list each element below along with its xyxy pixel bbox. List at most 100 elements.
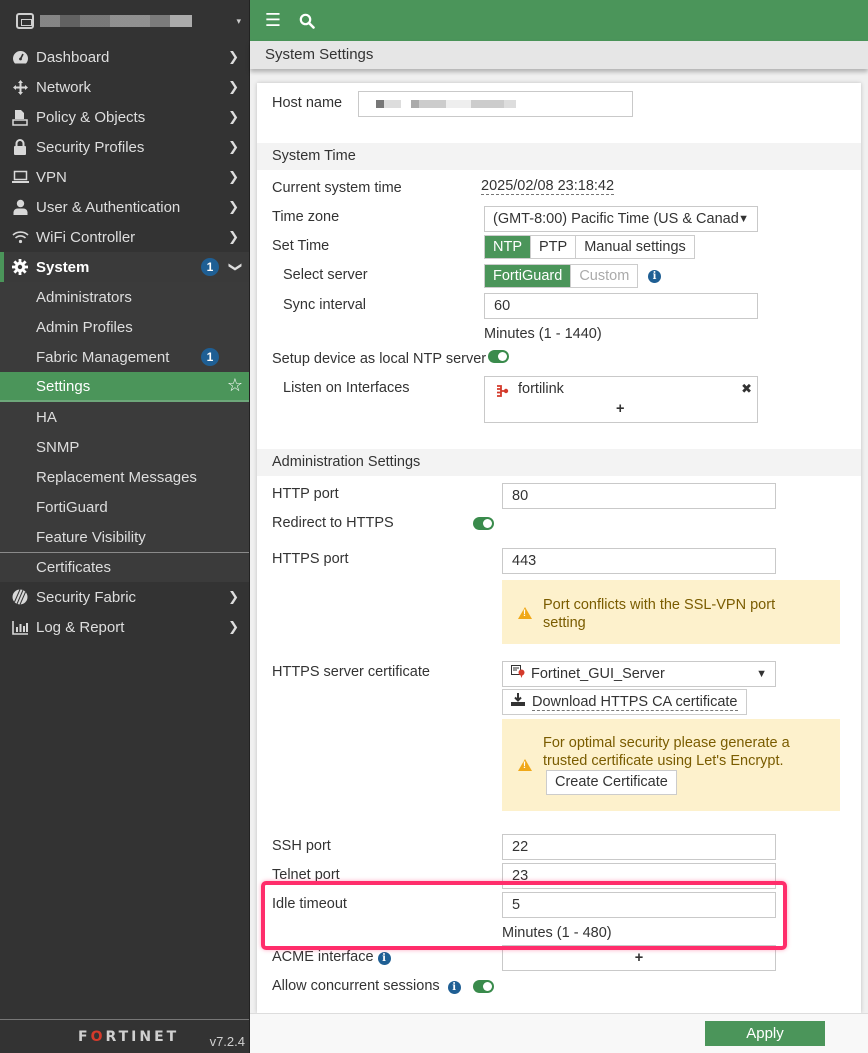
add-interface-icon[interactable]: + bbox=[616, 397, 624, 421]
sync-interval-hint: Minutes (1 - 1440) bbox=[484, 326, 602, 342]
sidebar-item-system[interactable]: System 1 ❯ bbox=[0, 252, 249, 282]
set-time-ntp[interactable]: NTP bbox=[485, 236, 530, 258]
sidebar-item-feature-visibility[interactable]: Feature Visibility bbox=[0, 522, 249, 552]
host-name-input[interactable] bbox=[358, 91, 633, 117]
sidebar-item-snmp[interactable]: SNMP bbox=[0, 432, 249, 462]
warning-text: Port conflicts with the SSL-VPN port set… bbox=[543, 597, 776, 631]
caret-down-icon[interactable]: ▾ bbox=[236, 16, 241, 27]
http-port-input[interactable]: 80 bbox=[502, 483, 776, 509]
sidebar-item-security-profiles[interactable]: Security Profiles ❯ bbox=[0, 132, 249, 162]
wifi-icon bbox=[10, 228, 30, 246]
sidebar-item-user-authentication[interactable]: User & Authentication ❯ bbox=[0, 192, 249, 222]
warning-text: For optimal security please generate a t… bbox=[543, 735, 790, 769]
remove-interface-icon[interactable]: ✖ bbox=[741, 377, 752, 401]
download-ca-button[interactable]: Download HTTPS CA certificate bbox=[502, 689, 747, 715]
local-ntp-label: Setup device as local NTP server bbox=[272, 351, 487, 367]
https-cert-value: Fortinet_GUI_Server bbox=[531, 666, 665, 682]
sidebar-item-label: HA bbox=[36, 408, 57, 426]
favorite-star-icon[interactable]: ☆ bbox=[227, 375, 243, 396]
sidebar-item-ha[interactable]: HA bbox=[0, 402, 249, 432]
apply-button[interactable]: Apply bbox=[705, 1021, 825, 1046]
create-certificate-button[interactable]: Create Certificate bbox=[546, 770, 677, 795]
sidebar-item-replacement-messages[interactable]: Replacement Messages bbox=[0, 462, 249, 492]
laptop-icon bbox=[10, 168, 30, 186]
sidebar-item-policy-objects[interactable]: Policy & Objects ❯ bbox=[0, 102, 249, 132]
sidebar-item-dashboard[interactable]: Dashboard ❯ bbox=[0, 42, 249, 72]
sidebar-item-fabric-management[interactable]: Fabric Management 1 bbox=[0, 342, 249, 372]
sidebar-item-fortiguard[interactable]: FortiGuard bbox=[0, 492, 249, 522]
sidebar-item-administrators[interactable]: Administrators bbox=[0, 282, 249, 312]
time-zone-select[interactable]: (GMT-8:00) Pacific Time (US & Canad ▼ bbox=[484, 206, 758, 232]
sidebar-item-admin-profiles[interactable]: Admin Profiles bbox=[0, 312, 249, 342]
section-administration-settings: Administration Settings bbox=[257, 449, 861, 476]
menu-toggle-icon[interactable]: ☰ bbox=[262, 10, 284, 31]
chevron-right-icon: ❯ bbox=[228, 229, 239, 244]
sidebar: ▾ Dashboard ❯ Network ❯ Policy & Objects… bbox=[0, 0, 250, 1053]
chevron-right-icon: ❯ bbox=[228, 139, 239, 154]
top-bar: ☰ bbox=[250, 0, 868, 41]
device-selector[interactable]: ▾ bbox=[0, 0, 249, 42]
current-time-value[interactable]: 2025/02/08 23:18:42 bbox=[481, 178, 615, 195]
ssh-port-label: SSH port bbox=[272, 838, 331, 854]
highlight-annotation bbox=[261, 881, 787, 950]
select-server-toggle: FortiGuard Custom bbox=[484, 264, 639, 288]
server-custom[interactable]: Custom bbox=[570, 265, 637, 287]
form-footer: Apply bbox=[250, 1013, 868, 1053]
set-time-manual[interactable]: Manual settings bbox=[575, 236, 694, 258]
section-system-time: System Time bbox=[257, 143, 861, 170]
time-zone-value: (GMT-8:00) Pacific Time (US & Canad bbox=[493, 211, 739, 227]
policy-icon bbox=[10, 108, 30, 126]
download-ca-label: Download HTTPS CA certificate bbox=[532, 694, 738, 711]
search-icon[interactable] bbox=[296, 13, 318, 29]
notification-badge: 1 bbox=[201, 258, 219, 276]
listen-interfaces-field[interactable]: fortilink ✖ + bbox=[484, 376, 758, 423]
warning-icon bbox=[518, 607, 532, 619]
device-icon bbox=[16, 13, 34, 29]
sidebar-item-label: Policy & Objects bbox=[36, 108, 146, 126]
download-icon bbox=[511, 690, 525, 714]
lock-icon bbox=[10, 138, 30, 156]
sidebar-item-label: Settings bbox=[36, 377, 91, 395]
nav-menu-bottom: Security Fabric ❯ Log & Report ❯ bbox=[0, 582, 249, 642]
redirect-https-toggle[interactable] bbox=[473, 517, 494, 530]
sync-interval-input[interactable]: 60 bbox=[484, 293, 758, 319]
warning-icon bbox=[518, 759, 532, 771]
sidebar-item-network[interactable]: Network ❯ bbox=[0, 72, 249, 102]
sidebar-item-label: Network bbox=[36, 78, 92, 96]
sidebar-item-settings[interactable]: Settings ☆ bbox=[0, 372, 249, 402]
https-cert-select[interactable]: Fortinet_GUI_Server ▼ bbox=[502, 661, 776, 687]
certificate-icon bbox=[511, 662, 525, 686]
sidebar-item-label: Security Profiles bbox=[36, 138, 145, 156]
sidebar-item-security-fabric[interactable]: Security Fabric ❯ bbox=[0, 582, 249, 612]
current-time-label: Current system time bbox=[272, 180, 402, 196]
local-ntp-toggle[interactable] bbox=[488, 350, 509, 363]
security-fabric-icon bbox=[10, 588, 30, 606]
info-icon[interactable]: i bbox=[648, 270, 661, 283]
sidebar-item-certificates[interactable]: Certificates bbox=[0, 552, 249, 582]
sidebar-item-label: Replacement Messages bbox=[36, 468, 197, 486]
info-icon[interactable]: i bbox=[377, 952, 391, 965]
system-submenu: Administrators Admin Profiles Fabric Man… bbox=[0, 282, 249, 582]
set-time-label: Set Time bbox=[272, 238, 330, 254]
sidebar-item-label: Fabric Management bbox=[36, 348, 170, 366]
user-icon bbox=[10, 198, 30, 216]
sidebar-item-label: Dashboard bbox=[36, 48, 110, 66]
notification-badge: 1 bbox=[201, 348, 219, 366]
concurrent-sessions-toggle[interactable] bbox=[473, 980, 494, 993]
sidebar-item-label: WiFi Controller bbox=[36, 228, 136, 246]
chevron-right-icon: ❯ bbox=[228, 49, 239, 64]
ssh-port-input[interactable]: 22 bbox=[502, 834, 776, 860]
https-port-input[interactable]: 443 bbox=[502, 548, 776, 574]
sidebar-item-vpn[interactable]: VPN ❯ bbox=[0, 162, 249, 192]
server-fortiguard[interactable]: FortiGuard bbox=[485, 265, 571, 287]
sidebar-item-label: Feature Visibility bbox=[36, 528, 146, 546]
settings-form: Host name System Time Current system tim… bbox=[257, 83, 861, 1013]
set-time-ptp[interactable]: PTP bbox=[530, 236, 575, 258]
sidebar-item-wifi-controller[interactable]: WiFi Controller ❯ bbox=[0, 222, 249, 252]
info-icon[interactable]: i bbox=[447, 981, 461, 994]
concurrent-label-text: Allow concurrent sessions bbox=[272, 978, 440, 994]
redirect-https-label: Redirect to HTTPS bbox=[272, 515, 394, 531]
sidebar-item-log-report[interactable]: Log & Report ❯ bbox=[0, 612, 249, 642]
device-hostname-redacted bbox=[40, 15, 192, 27]
fortilink-icon bbox=[495, 382, 509, 406]
